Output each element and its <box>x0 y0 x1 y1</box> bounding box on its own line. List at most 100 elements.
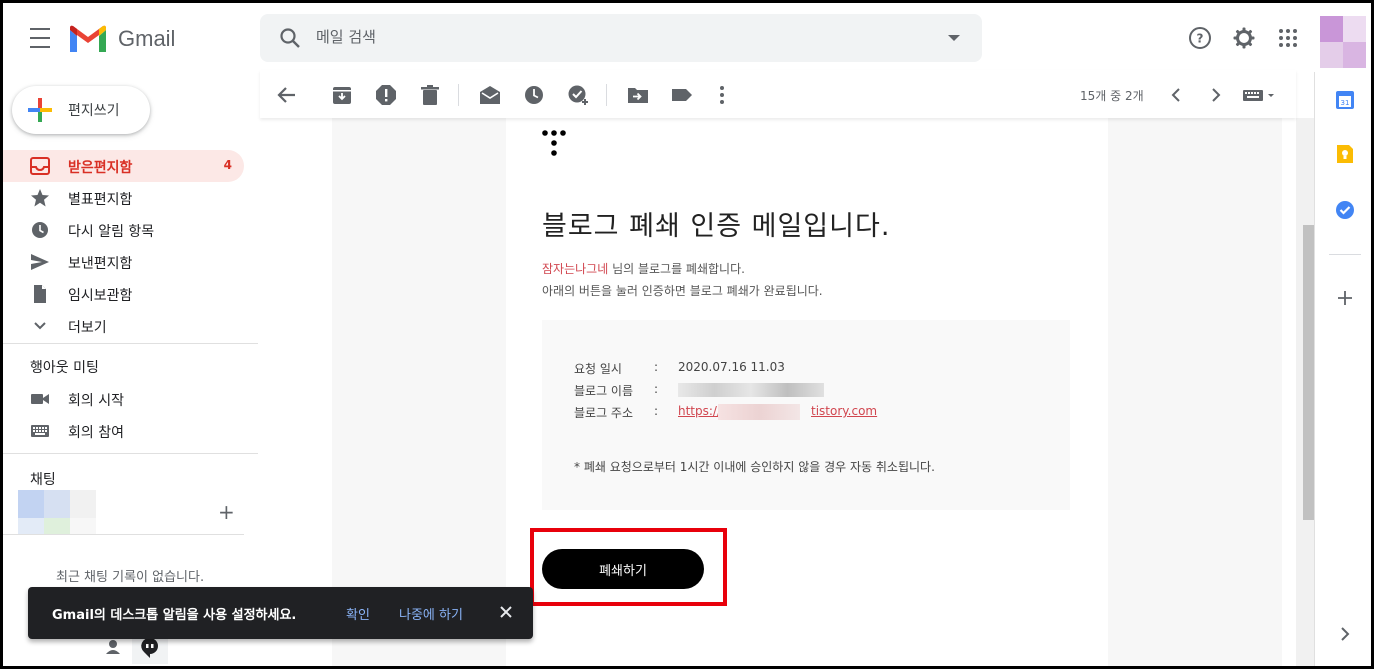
sidebar-divider <box>0 343 258 344</box>
meet-start-item[interactable]: 회의 시작 <box>0 382 258 414</box>
chevron-down-icon <box>34 322 46 330</box>
main-menu-icon[interactable] <box>26 26 54 50</box>
side-panel-divider <box>1329 254 1361 255</box>
gmail-m-icon <box>70 25 106 52</box>
request-info-box: 요청 일시 : 2020.07.16 11.03 블로그 이름 : 블로그 주소… <box>542 320 1070 510</box>
help-icon[interactable]: ? <box>1188 26 1212 50</box>
meet-item-label: 회의 참여 <box>68 425 124 441</box>
chat-empty-text: 최근 채팅 기록이 없습니다. <box>56 570 205 585</box>
meet-join-item[interactable]: 회의 참여 <box>0 414 258 446</box>
toast-confirm-button[interactable]: 확인 <box>346 604 370 623</box>
add-to-tasks-icon[interactable] <box>567 84 589 106</box>
url-suffix: tistory.com <box>811 404 878 418</box>
sidebar-item-label: 보낸편지함 <box>68 256 133 272</box>
toolbar-divider <box>458 84 459 106</box>
snooze-clock-icon[interactable] <box>523 84 545 106</box>
more-vert-icon[interactable] <box>711 84 733 106</box>
move-to-folder-icon[interactable] <box>627 84 649 106</box>
toast-message: Gmail의 데스크톱 알림을 사용 설정하세요. <box>52 608 297 623</box>
compose-button[interactable]: 편지쓰기 <box>12 86 150 134</box>
info-colon: : <box>654 382 659 396</box>
email-body: 블로그 폐쇄 인증 메일입니다. 잠자는나그네 님의 블로그를 폐쇄합니다. 아… <box>506 118 1108 669</box>
email-instruction-line: 아래의 버튼을 눌러 인증하면 블로그 폐쇄가 완료됩니다. <box>542 284 823 298</box>
redacted-blog-url <box>718 404 800 420</box>
message-toolbar: 15개 중 2개 <box>260 70 1296 118</box>
search-input[interactable] <box>316 28 876 46</box>
clock-icon <box>32 222 48 238</box>
info-label: 요청 일시 <box>574 362 622 376</box>
report-spam-icon[interactable] <box>375 84 397 106</box>
sidebar-item-label: 더보기 <box>68 320 107 336</box>
email-intro-line: 잠자는나그네 님의 블로그를 폐쇄합니다. <box>542 260 745 277</box>
meet-section-title: 행아웃 미팅 <box>30 360 99 376</box>
info-colon: : <box>654 404 659 418</box>
keyboard-icon <box>31 425 49 437</box>
chevron-left-icon[interactable] <box>1165 84 1187 106</box>
info-label: 블로그 이름 <box>574 384 634 398</box>
info-colon: : <box>654 360 659 374</box>
blog-name-row: 블로그 이름 : <box>574 382 1054 398</box>
close-blog-button[interactable]: 폐쇄하기 <box>542 549 704 589</box>
compose-label: 편지쓰기 <box>68 103 120 119</box>
label-tag-icon[interactable] <box>671 84 693 106</box>
desktop-notification-toast: Gmail의 데스크톱 알림을 사용 설정하세요. 확인 나중에 하기 <box>28 587 533 639</box>
sidebar-nav: 받은편지함 4 별표편지함 다시 알림 항목 보낸편지함 임시보관함 더보기 <box>0 150 258 342</box>
gmail-logo[interactable]: Gmail <box>68 24 175 54</box>
account-avatar[interactable] <box>1320 16 1366 68</box>
inbox-icon <box>30 157 50 175</box>
sidebar-item-inbox[interactable]: 받은편지함 4 <box>0 150 244 182</box>
blog-nickname: 잠자는나그네 <box>542 262 609 276</box>
request-time-row: 요청 일시 : 2020.07.16 11.03 <box>574 360 1054 376</box>
sidebar-item-label: 임시보관함 <box>68 288 133 304</box>
sidebar-item-starred[interactable]: 별표편지함 <box>0 182 258 214</box>
chevron-right-icon[interactable] <box>1205 84 1227 106</box>
delete-trash-icon[interactable] <box>419 84 441 106</box>
request-time-value: 2020.07.16 11.03 <box>678 360 785 374</box>
star-icon <box>31 189 49 207</box>
info-label: 블로그 주소 <box>574 406 634 420</box>
apps-grid-icon[interactable] <box>1276 26 1300 50</box>
archive-icon[interactable] <box>331 84 353 106</box>
unread-count-badge: 4 <box>223 158 232 172</box>
app-name: Gmail <box>118 26 176 51</box>
calendar-icon[interactable]: 31 <box>1335 90 1355 110</box>
compose-plus-icon <box>28 98 52 122</box>
close-icon[interactable] <box>498 604 514 620</box>
back-arrow-icon[interactable] <box>276 84 298 106</box>
toast-later-button[interactable]: 나중에 하기 <box>399 604 463 623</box>
sidebar-item-sent[interactable]: 보낸편지함 <box>0 246 258 278</box>
sidebar-item-label: 받은편지함 <box>68 160 133 176</box>
input-tools-keyboard-icon[interactable] <box>1242 84 1278 106</box>
auto-cancel-notice: * 폐쇄 요청으로부터 1시간 이내에 승인하지 않을 경우 자동 취소됩니다. <box>574 460 935 474</box>
intro-text: 님의 블로그를 폐쇄합니다. <box>608 262 745 276</box>
redacted-blog-name <box>678 383 824 397</box>
add-addon-plus-icon[interactable] <box>1335 288 1355 308</box>
svg-text:31: 31 <box>1341 99 1350 107</box>
top-header: Gmail ? <box>0 0 1374 72</box>
person-icon[interactable] <box>106 640 120 654</box>
settings-gear-icon[interactable] <box>1232 26 1256 50</box>
draft-icon <box>34 285 46 303</box>
expand-panel-chevron-icon[interactable] <box>1335 624 1355 644</box>
keep-icon[interactable] <box>1335 144 1355 164</box>
video-camera-icon <box>31 394 49 404</box>
pagination-text: 15개 중 2개 <box>1080 89 1144 103</box>
meet-item-label: 회의 시작 <box>68 393 124 409</box>
toolbar-divider <box>606 84 607 106</box>
chat-user-avatar[interactable] <box>18 490 98 534</box>
tistory-logo-icon <box>542 130 566 156</box>
tasks-icon[interactable] <box>1335 200 1355 220</box>
blog-url-row: 블로그 주소 : https:// tistory.com <box>574 404 1054 420</box>
chat-section-title: 채팅 <box>30 472 56 488</box>
sidebar-item-drafts[interactable]: 임시보관함 <box>0 278 258 310</box>
search-icon[interactable] <box>278 26 302 50</box>
scrollbar-thumb[interactable] <box>1303 225 1314 520</box>
mark-unread-icon[interactable] <box>479 84 501 106</box>
sidebar-item-more[interactable]: 더보기 <box>0 310 258 342</box>
add-chat-plus-icon[interactable]: + <box>218 500 235 524</box>
sidebar-item-snoozed[interactable]: 다시 알림 항목 <box>0 214 258 246</box>
search-bar[interactable] <box>260 14 982 62</box>
sidebar-divider <box>0 453 258 454</box>
search-options-icon[interactable] <box>948 35 960 41</box>
svg-text:?: ? <box>1197 32 1204 46</box>
